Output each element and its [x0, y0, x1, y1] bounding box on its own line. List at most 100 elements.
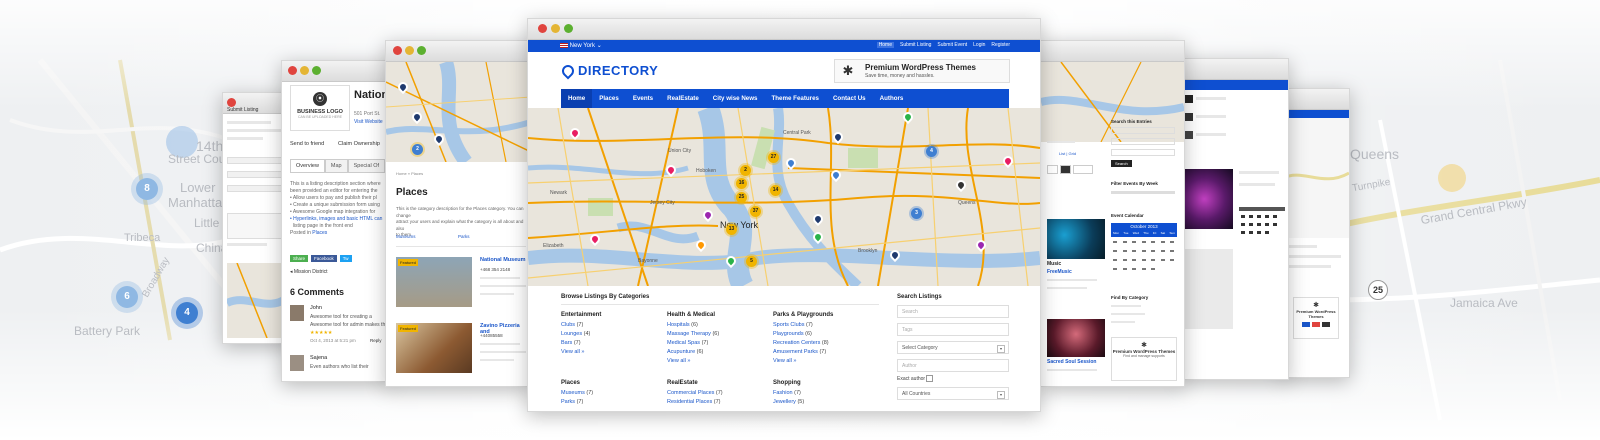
category-link[interactable]: Clubs (7): [561, 321, 601, 330]
form-field[interactable]: [227, 171, 287, 178]
listing-website-link[interactable]: Visit Website: [354, 119, 383, 125]
event-image[interactable]: [1047, 319, 1105, 357]
category-link[interactable]: Bars (7): [561, 339, 601, 348]
reply-link[interactable]: Reply: [370, 338, 382, 343]
map-cluster[interactable]: 14: [770, 185, 781, 196]
send-to-friend-link[interactable]: Send to friend: [290, 141, 324, 147]
close-dot-icon[interactable]: [288, 66, 297, 75]
maximize-dot-icon[interactable]: [564, 24, 573, 33]
nav-item-events[interactable]: Events: [626, 89, 660, 108]
tags-input[interactable]: Tags: [897, 323, 1009, 336]
mission-district-link[interactable]: ◂ Mission District: [290, 269, 328, 275]
category-link[interactable]: Massage Therapy (6): [667, 330, 719, 339]
calendar-grid[interactable]: [1111, 239, 1177, 279]
nav-item-places[interactable]: Places: [592, 89, 626, 108]
places-map[interactable]: 2: [386, 62, 531, 162]
countries-select[interactable]: All Countries ▾: [897, 387, 1009, 400]
form-map[interactable]: [227, 263, 287, 338]
map-cluster[interactable]: 4: [926, 146, 937, 157]
category-link[interactable]: Museums (7): [561, 389, 593, 398]
nav-item-realestate[interactable]: RealEstate: [660, 89, 706, 108]
view-all-link[interactable]: View all »: [561, 348, 601, 357]
map-cluster[interactable]: 3: [911, 208, 922, 219]
author-input[interactable]: Author: [897, 359, 1009, 372]
nav-item-authors[interactable]: Authors: [873, 89, 911, 108]
category-link[interactable]: Fashion (7): [773, 389, 804, 398]
category-link[interactable]: Parks (7): [561, 398, 593, 407]
view-all-link[interactable]: View all »: [773, 357, 833, 366]
event-title-link[interactable]: Sacred Soul Session: [1047, 359, 1096, 365]
top-link-home[interactable]: Home: [876, 42, 894, 48]
form-field[interactable]: [227, 157, 287, 164]
category-select[interactable]: Select Category ▾: [897, 341, 1009, 354]
filter-parks[interactable]: Parks: [458, 234, 470, 239]
category-link[interactable]: Residential Places (7): [667, 398, 723, 407]
listing-thumbnail[interactable]: Featured: [396, 257, 472, 307]
map-cluster[interactable]: 13: [726, 224, 737, 235]
category-link[interactable]: Commercial Places (7): [667, 389, 723, 398]
form-textarea[interactable]: [227, 213, 287, 239]
minimize-dot-icon[interactable]: [551, 24, 560, 33]
city-selector[interactable]: New York ⌄: [560, 42, 602, 49]
nav-item-contact-us[interactable]: Contact Us: [826, 89, 873, 108]
close-dot-icon[interactable]: [538, 24, 547, 33]
nav-item-city-news[interactable]: City wise News: [706, 89, 765, 108]
map-cluster[interactable]: 27: [768, 152, 779, 163]
top-link-submit-listing[interactable]: Submit Listing: [900, 42, 931, 48]
top-link-register[interactable]: Register: [991, 42, 1010, 48]
map-cluster[interactable]: 2: [740, 165, 751, 176]
tab-overview[interactable]: Overview: [290, 159, 325, 173]
event-image[interactable]: [1185, 169, 1233, 229]
minimize-dot-icon[interactable]: [405, 46, 414, 55]
map-cluster[interactable]: 5: [746, 256, 757, 267]
filter-museums[interactable]: Museums: [396, 234, 416, 239]
map-cluster[interactable]: 16: [736, 178, 747, 189]
form-field[interactable]: [227, 185, 287, 192]
header-ad-banner[interactable]: ✱ Premium WordPress Themes Save time, mo…: [834, 59, 1010, 83]
category-link[interactable]: Acupunture (6): [667, 348, 719, 357]
listing-title-link[interactable]: National Museum: [480, 257, 526, 263]
close-dot-icon[interactable]: [393, 46, 402, 55]
sidebar-location-input[interactable]: [1111, 149, 1175, 156]
view-all-link[interactable]: View all »: [667, 357, 719, 366]
sidebar-ad[interactable]: ✱ Premium WordPress Themes Find and mana…: [1111, 337, 1177, 381]
grid-view-icon[interactable]: [1047, 165, 1058, 174]
category-link[interactable]: Hospitals (6): [667, 321, 719, 330]
maximize-dot-icon[interactable]: [417, 46, 426, 55]
event-image[interactable]: [1047, 219, 1105, 259]
claim-ownership-link[interactable]: Claim Ownership: [338, 141, 380, 147]
map-cluster[interactable]: 37: [750, 206, 761, 217]
category-link[interactable]: Lounges (4): [561, 330, 601, 339]
category-link[interactable]: Jewellery (5): [773, 398, 804, 407]
sidebar-date-input[interactable]: [1111, 138, 1175, 145]
nav-item-theme-features[interactable]: Theme Features: [765, 89, 826, 108]
events-view-toggle[interactable]: List | Grid: [1059, 151, 1076, 156]
category-link[interactable]: Recreation Centers (8): [773, 339, 833, 348]
category-link[interactable]: Medical Spas (7): [667, 339, 719, 348]
category-link[interactable]: Amusement Parks (7): [773, 348, 833, 357]
site-logo[interactable]: DIRECTORY: [559, 62, 658, 79]
sort-select[interactable]: [1073, 165, 1093, 174]
map-cluster[interactable]: 2: [412, 144, 423, 155]
share-button[interactable]: Share: [290, 255, 309, 262]
list-view-icon[interactable]: [1060, 165, 1071, 174]
map-cluster[interactable]: 25: [736, 192, 747, 203]
category-link[interactable]: Sports Clubs (7): [773, 321, 833, 330]
event-title-link[interactable]: FreeMusic: [1047, 269, 1072, 275]
week-slider[interactable]: [1111, 191, 1175, 194]
posted-in-category[interactable]: Places: [312, 230, 327, 236]
category-link[interactable]: Playgrounds (6): [773, 330, 833, 339]
twitter-button[interactable]: Tw: [339, 255, 352, 262]
search-input[interactable]: Search: [897, 305, 1009, 318]
tab-special-offers[interactable]: Special Of: [347, 159, 385, 173]
top-link-submit-event[interactable]: Submit Event: [937, 42, 967, 48]
nav-item-home[interactable]: Home: [561, 89, 593, 108]
facebook-button[interactable]: Facebook: [311, 255, 337, 262]
close-dot-icon[interactable]: [227, 98, 236, 107]
minimize-dot-icon[interactable]: [300, 66, 309, 75]
sidebar-ad[interactable]: ✱ Premium WordPress Themes: [1293, 297, 1339, 339]
exact-author-checkbox[interactable]: Exact author: [897, 375, 1009, 382]
home-map[interactable]: New York Jersey City Newark Queens Brook…: [528, 108, 1040, 286]
listing-thumbnail[interactable]: Featured: [396, 323, 472, 373]
tab-map[interactable]: Map: [324, 159, 348, 173]
